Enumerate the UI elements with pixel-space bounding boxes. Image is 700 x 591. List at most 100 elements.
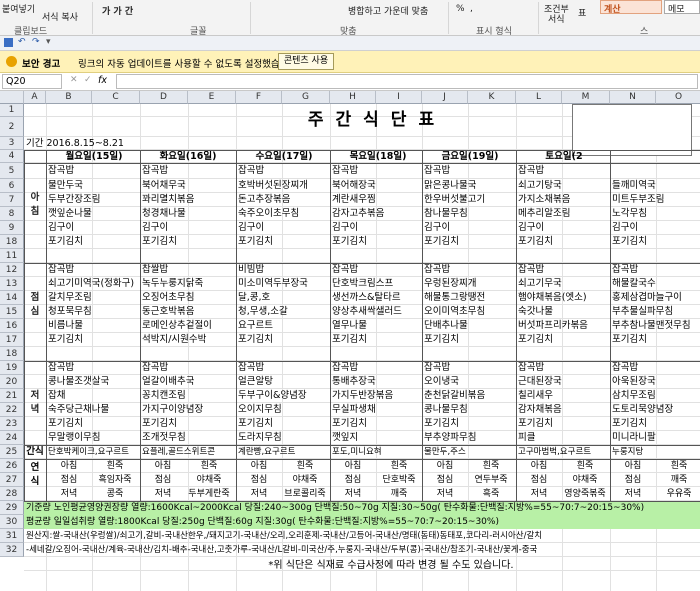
nutrition-standard[interactable]: 기준량 노인평균영양권장량 열량:1600Kcal~2000Kcal 당질:24… <box>24 501 700 515</box>
dinner-item[interactable]: 도라지무침 <box>236 431 326 445</box>
column-header-c[interactable]: C <box>92 91 140 104</box>
lunch-item[interactable]: 쇠고기무국 <box>516 277 606 291</box>
dinner-item[interactable]: 오이냉국 <box>422 375 512 389</box>
row-header[interactable]: 19 <box>0 361 24 375</box>
lunch-item[interactable]: 단배추나물 <box>422 319 512 333</box>
merge-center-button[interactable]: 병합하고 가운데 맞춤 <box>348 4 428 17</box>
lunch-item[interactable]: 요구르트 <box>236 319 326 333</box>
breakfast-item[interactable]: 들깨미역국 <box>610 179 700 193</box>
breakfast-item[interactable]: 잡곡밥 <box>422 163 512 179</box>
note-cell[interactable]: 아침 <box>516 459 562 473</box>
column-header-m[interactable]: M <box>562 91 610 104</box>
breakfast-item[interactable]: 포기김치 <box>46 235 136 249</box>
breakfast-item[interactable]: 가지소채볶음 <box>516 193 606 207</box>
breakfast-item[interactable]: 감자고추볶음 <box>330 207 420 221</box>
dinner-item[interactable]: 콩나물조갯살국 <box>46 375 136 389</box>
lunch-item[interactable]: 청,무생,소갈 <box>236 305 326 319</box>
note-cell[interactable]: 야채죽 <box>282 473 328 487</box>
format-painter-button[interactable]: 서식 복사 <box>42 10 78 23</box>
snack-item[interactable]: 누룽지탕 <box>610 445 700 459</box>
snack-item[interactable]: 고구마범벅,요구르트 <box>516 445 610 459</box>
dinner-item[interactable]: 두부구이&양념장 <box>236 389 326 403</box>
lunch-item[interactable]: 양상추새싹샐러드 <box>330 305 420 319</box>
lunch-item[interactable]: 청포묵무침 <box>46 305 136 319</box>
note-cell[interactable]: 흰죽 <box>376 459 422 473</box>
dinner-item[interactable]: 가지구이양념장 <box>140 403 230 417</box>
row-header[interactable]: 30 <box>0 515 24 529</box>
breakfast-item[interactable]: 김구이 <box>516 221 606 235</box>
row-header[interactable]: 31 <box>0 529 24 543</box>
dinner-item[interactable]: 가지두반장볶음 <box>330 389 420 403</box>
note-cell[interactable]: 점심 <box>46 473 92 487</box>
row-header[interactable]: 22 <box>0 403 24 417</box>
breakfast-item[interactable]: 잡곡밥 <box>46 163 136 179</box>
note-cell[interactable]: 아침 <box>422 459 468 473</box>
cancel-icon[interactable]: ✕ <box>70 75 78 85</box>
lunch-item[interactable]: 달,콩,호 <box>236 291 326 305</box>
breakfast-item[interactable]: 노각무침 <box>610 207 700 221</box>
note-cell[interactable]: 흰죽 <box>186 459 232 473</box>
dinner-item[interactable]: 포기김치 <box>422 417 512 431</box>
breakfast-item[interactable]: 한우버섯불고기 <box>422 193 512 207</box>
row-header[interactable]: 15 <box>0 305 24 319</box>
breakfast-item[interactable]: 계란새우찜 <box>330 193 420 207</box>
formula-input[interactable] <box>116 74 698 89</box>
lunch-item[interactable]: 잡곡밥 <box>330 263 420 277</box>
note-cell[interactable]: 아침 <box>330 459 376 473</box>
note-cell[interactable]: 흰죽 <box>282 459 328 473</box>
breakfast-item[interactable]: 꽈리멸치볶음 <box>140 193 230 207</box>
lunch-item[interactable]: 홍제삼겹마늘구이 <box>610 291 700 305</box>
note-cell[interactable]: 브로콜리죽 <box>282 487 328 501</box>
row-header[interactable]: 5 <box>0 163 24 179</box>
column-header-l[interactable]: L <box>516 91 562 104</box>
lunch-item[interactable]: 찹쌀밥 <box>140 263 230 277</box>
row-header[interactable]: 23 <box>0 417 24 431</box>
note-cell[interactable]: 저녁 <box>46 487 92 501</box>
lunch-item[interactable]: 동근호박볶음 <box>140 305 230 319</box>
period-label[interactable]: 기간 2016.8.15~8.21 <box>24 137 204 150</box>
breakfast-item[interactable]: 물만두국 <box>46 179 136 193</box>
note-cell[interactable]: 흰죽 <box>92 459 138 473</box>
lunch-item[interactable]: 버섯파프리카볶음 <box>516 319 606 333</box>
snack-item[interactable]: 요플레,골드스위트콘 <box>140 445 234 459</box>
note-cell[interactable]: 저녁 <box>516 487 562 501</box>
origin-line-1[interactable]: 원산지:쌀-국내산(우렁쌀)/쇠고기,갈비-국내산한우,/돼지고기-국내산/오리… <box>24 529 700 543</box>
note-cell[interactable]: 우유죽 <box>656 487 700 501</box>
dinner-item[interactable]: 포기김치 <box>330 417 420 431</box>
dinner-item[interactable]: 꽁치캔조림 <box>140 389 230 403</box>
redo-icon[interactable]: ↷ <box>32 37 40 47</box>
dinner-item[interactable]: 미니라니팔 <box>610 431 700 445</box>
lunch-item[interactable]: 포기김치 <box>610 333 700 347</box>
breakfast-item[interactable]: 북어채무국 <box>140 179 230 193</box>
row-header[interactable]: 21 <box>0 389 24 403</box>
row-header[interactable]: 16 <box>0 319 24 333</box>
note-cell[interactable]: 영양죽볶죽 <box>562 487 608 501</box>
enter-icon[interactable]: ✓ <box>84 75 92 85</box>
breakfast-item[interactable]: 포기김치 <box>516 235 606 249</box>
lunch-item[interactable]: 오징어초무침 <box>140 291 230 305</box>
footer-note[interactable]: *위 식단은 식재료 수급사정에 따라 변경 될 수도 있습니다. <box>180 559 600 573</box>
name-box[interactable]: Q20 <box>2 74 62 89</box>
note-cell[interactable]: 저녁 <box>140 487 186 501</box>
dinner-item[interactable]: 포기김치 <box>236 417 326 431</box>
row-header[interactable]: 25 <box>0 445 24 459</box>
row-header[interactable]: 24 <box>0 431 24 445</box>
breakfast-item[interactable]: 김구이 <box>236 221 326 235</box>
lunch-item[interactable]: 포기김치 <box>46 333 136 347</box>
column-header-e[interactable]: E <box>188 91 236 104</box>
note-cell[interactable]: 콩죽 <box>92 487 138 501</box>
breakfast-item[interactable] <box>610 163 700 179</box>
note-cell[interactable]: 저녁 <box>610 487 656 501</box>
lunch-item[interactable]: 해물통그랑땡전 <box>422 291 512 305</box>
dinner-item[interactable]: 잡곡밥 <box>610 361 700 375</box>
lunch-item[interactable]: 부추참나물맨젓무침 <box>610 319 700 333</box>
breakfast-item[interactable]: 잡곡밥 <box>516 163 606 179</box>
note-cell[interactable]: 깨죽 <box>656 473 700 487</box>
function-icon[interactable]: fx <box>98 75 107 86</box>
note-cell[interactable]: 저녁 <box>330 487 376 501</box>
column-header-i[interactable]: I <box>376 91 422 104</box>
enable-content-button[interactable]: 콘텐츠 사용 <box>278 53 334 70</box>
lunch-item[interactable]: 미소미역두부장국 <box>236 277 326 291</box>
column-header-n[interactable]: N <box>610 91 656 104</box>
origin-line-2[interactable]: -세네갈/오징어-국내산/계육-국내산/김치-배추-국내산,고춧가루-국내산/L… <box>24 543 700 557</box>
